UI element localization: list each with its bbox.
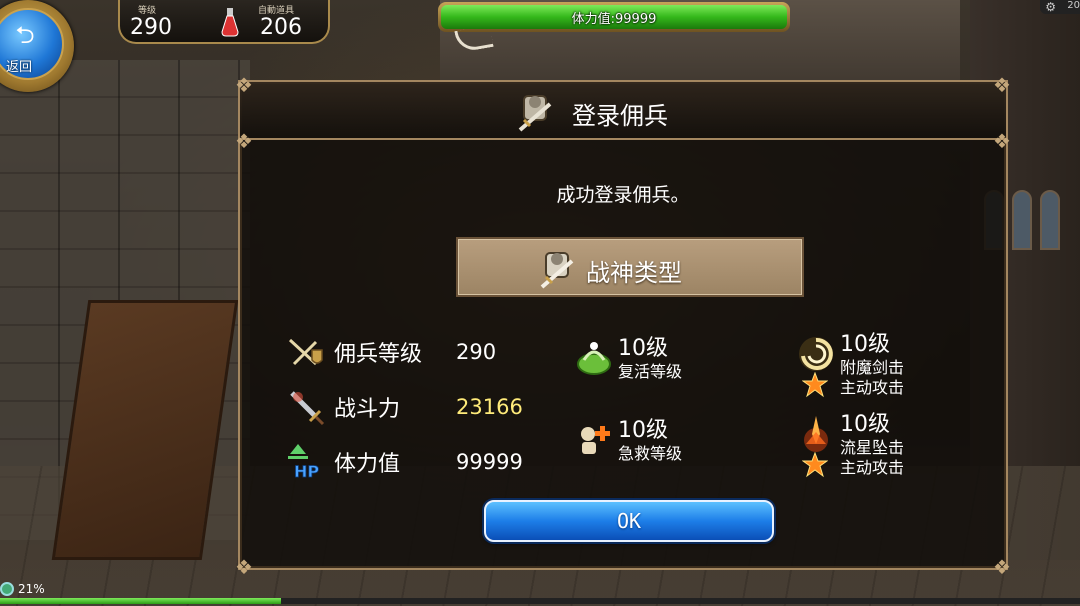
hp-up-icon: HP [288,444,320,481]
battery-indicator: 21% [0,582,45,596]
svg-text:HP: HP [294,462,319,481]
first-aid-icon [581,426,610,454]
top-right-status: ⚙ 20 [1040,0,1080,14]
active-attack-icon [802,372,828,398]
whirlwind-icon [799,337,833,371]
stat-value: 290 [456,340,497,364]
corner-ornament-icon: ❖ [235,555,253,579]
stat-value: 23166 [456,395,523,419]
corner-ornament-icon: ❖ [235,73,253,97]
register-mercenary-dialog: 登录佣兵 ❖ ❖ ❖ ❖ ❖ ❖ 成功登录佣兵。 战神类型 佣兵等级 290 战… [235,74,1011,578]
player-info-frame: 等级 290 自動道具 206 [118,0,330,44]
skill-name: 急救等级 [618,444,683,463]
meteor-icon [804,416,828,452]
potion-icon[interactable] [220,6,240,38]
mercenary-armor-icon [518,95,552,132]
top-right-value: 20 [1067,0,1080,11]
bottom-progress-fill [0,598,281,604]
stamina-text: 体力值:99999 [571,11,657,27]
ok-button[interactable]: OK [484,500,774,542]
dialog-title: 登录佣兵 [572,102,668,130]
background-window [1040,190,1060,250]
corner-ornament-icon: ❖ [235,129,253,153]
corner-ornament-icon: ❖ [993,129,1011,153]
gear-icon[interactable]: ⚙ [1045,0,1056,14]
skill-tag: 主动攻击 [840,458,905,477]
bottom-progress-bar [0,598,1080,604]
return-arrow-icon: ⮌ [15,21,35,49]
stamina-bar-fill: 体力值:99999 [441,5,787,29]
skill-tag: 主动攻击 [840,378,905,397]
stat-label: 佣兵等级 [334,342,423,367]
ok-button-label: OK [616,509,642,533]
stat-value: 99999 [456,450,523,474]
auto-item-value: 206 [260,15,302,40]
skill-revive: 10级 复活等级 [574,330,774,390]
background-window [1012,190,1032,250]
back-button[interactable]: ⮌ 返回 [0,0,74,92]
battery-text: 21% [18,582,45,596]
stat-mercenary-level: 佣兵等级 290 [286,332,496,372]
back-button-label: 返回 [6,60,33,75]
mercenary-type-banner: 战神类型 [456,237,804,297]
battery-icon [0,582,14,596]
sword-icon [290,391,325,426]
stat-stamina: HP 体力值 99999 [286,442,523,482]
active-attack-icon [802,452,828,478]
skill-enchant-sword-strike: 10级 附魔剑击 主动攻击 [796,326,996,398]
stat-label: 体力值 [334,452,401,477]
stat-combat-power: 战斗力 23166 [286,387,523,427]
mercenary-type-label: 战神类型 [586,259,682,287]
success-message: 成功登录佣兵。 [556,184,690,206]
level-value: 290 [130,15,172,40]
crossed-swords-icon [288,338,323,366]
stat-label: 战斗力 [334,397,401,422]
skill-meteor-strike: 10级 流星坠击 主动攻击 [796,406,996,478]
dialog-header: 登录佣兵 [240,82,1006,140]
skill-first-aid: 10级 急救等级 [574,412,774,472]
corner-ornament-icon: ❖ [993,555,1011,579]
corner-ornament-icon: ❖ [993,73,1011,97]
skill-name: 复活等级 [618,362,683,381]
revive-icon [577,342,611,375]
war-god-type-icon [540,252,574,289]
stamina-bar: 体力值:99999 [438,2,790,32]
